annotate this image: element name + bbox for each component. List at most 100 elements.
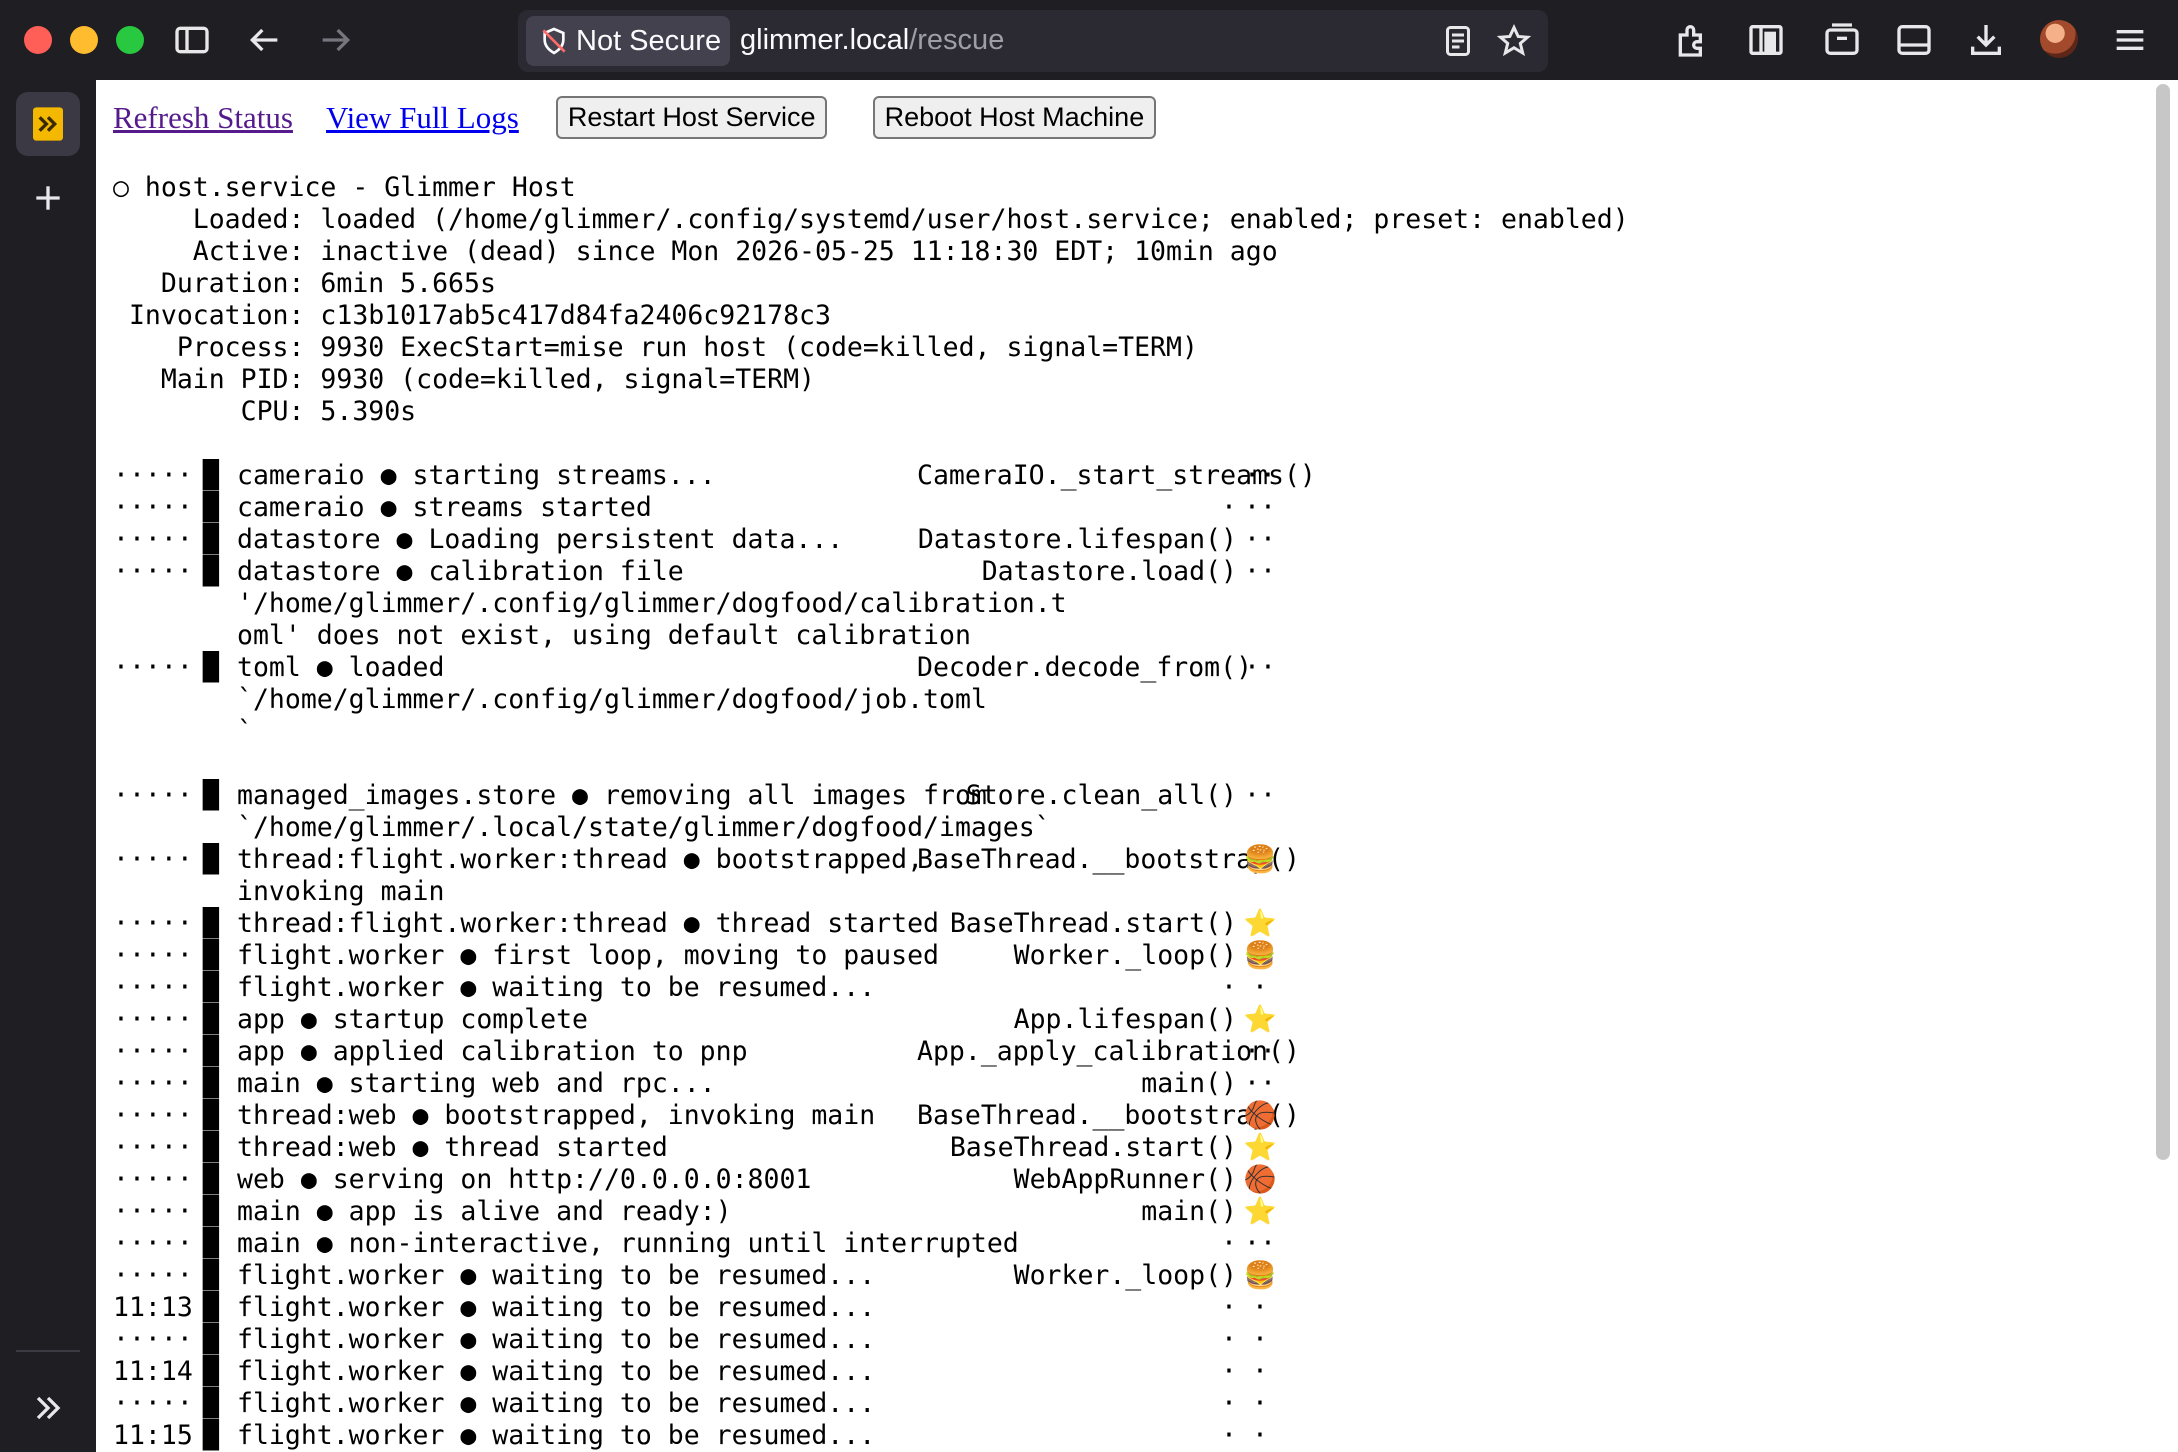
account-avatar[interactable]: [2040, 20, 2078, 58]
log-time: 11:13: [113, 1292, 193, 1323]
library-icon[interactable]: [1746, 20, 1786, 60]
log-block-marker: █: [203, 1100, 219, 1131]
minimize-window-button[interactable]: [70, 26, 98, 54]
log-message: app ● applied calibration to pnp: [237, 1036, 748, 1067]
log-function: BaseThread.start(): [949, 908, 1237, 939]
log-level-icon: 🏀: [1243, 1100, 1277, 1131]
log-function: ·: [1221, 972, 1237, 1003]
log-message: flight.worker ● first loop, moving to pa…: [237, 940, 939, 971]
extension-app-icon: [33, 107, 63, 141]
log-row: 11:13 █ flight.worker ● waiting to be resu…: [113, 1292, 1283, 1324]
log-function: Worker._loop(): [1013, 1260, 1237, 1291]
shield-slash-icon: [542, 27, 566, 55]
reader-view-icon[interactable]: [1440, 23, 1476, 59]
log-time: ·····: [113, 1004, 193, 1035]
log-block-marker: █: [203, 844, 219, 875]
action-bar: Refresh Status View Full Logs Restart Ho…: [113, 96, 1192, 140]
log-level-icon: ··: [1244, 780, 1276, 811]
log-level-icon: ··: [1244, 652, 1276, 683]
log-function: BaseThread.__bootstrap(): [917, 1100, 1300, 1131]
log-row: ····· █ cameraio ● streams started · ··: [113, 492, 1283, 524]
log-time: ·····: [113, 1228, 193, 1259]
back-icon[interactable]: [244, 20, 284, 60]
log-row: ····· █ cameraio ● starting streams... Came…: [113, 460, 1316, 492]
log-level-icon: ·: [1252, 1292, 1268, 1323]
log-time: ·····: [113, 492, 193, 523]
extensions-icon[interactable]: [1672, 20, 1712, 60]
log-level-icon: ··: [1244, 1228, 1276, 1259]
sidebar-panel-icon[interactable]: [1894, 20, 1934, 60]
log-row: ····· █ datastore ● Loading persistent dat…: [113, 524, 1283, 556]
log-block-marker: █: [203, 1132, 219, 1163]
log-row: ····· █ app ● startup complete App.lifespan…: [113, 1004, 1283, 1036]
log-message: thread:flight.worker:thread ● bootstrapp…: [237, 844, 924, 907]
restart-host-service-button[interactable]: Restart Host Service: [555, 96, 828, 139]
log-message: flight.worker ● waiting to be resumed...: [237, 1324, 876, 1355]
log-time: ·····: [113, 972, 193, 1003]
status-line: Active: inactive (dead) since Mon 2026-0…: [113, 236, 1278, 267]
download-icon[interactable]: [1966, 20, 2006, 60]
log-block-marker: █: [203, 1164, 219, 1195]
log-row: ····· █ flight.worker ● waiting to be resu…: [113, 1260, 1283, 1292]
forward-icon[interactable]: [316, 20, 356, 60]
log-row: ····· █ thread:web ● thread started BaseThr…: [113, 1132, 1283, 1164]
log-block-marker: █: [203, 1004, 219, 1035]
log-level-icon: ··: [1244, 460, 1276, 491]
log-time: ·····: [113, 1164, 193, 1195]
url-text[interactable]: glimmer.local/rescue: [740, 24, 1004, 57]
log-block-marker: █: [203, 524, 219, 555]
log-message: flight.worker ● waiting to be resumed...: [237, 972, 876, 1003]
log-function: ·: [1221, 1420, 1237, 1451]
log-level-icon: ··: [1244, 1068, 1276, 1099]
log-row: [113, 748, 1283, 780]
log-block-marker: █: [203, 1420, 219, 1451]
log-function: main(): [1141, 1068, 1237, 1099]
log-message: flight.worker ● waiting to be resumed...: [237, 1420, 876, 1451]
status-line: ○ host.service - Glimmer Host: [113, 172, 576, 203]
not-secure-badge[interactable]: Not Secure: [526, 16, 730, 66]
log-function: App.lifespan(): [1013, 1004, 1237, 1035]
log-message: main ● app is alive and ready:): [237, 1196, 732, 1227]
log-level-icon: ·: [1252, 1356, 1268, 1387]
log-level-icon: 🍔: [1243, 844, 1277, 875]
log-time: ·····: [113, 1196, 193, 1227]
log-time: ·····: [113, 940, 193, 971]
log-row: ····· █ thread:web ● bootstrapped, invokin…: [113, 1100, 1300, 1132]
log-time: ·····: [113, 844, 193, 875]
log-message: web ● serving on http://0.0.0.0:8001: [237, 1164, 812, 1195]
scrollbar[interactable]: [2156, 84, 2170, 1160]
plus-icon[interactable]: [28, 178, 68, 218]
log-function: ·: [1221, 1324, 1237, 1355]
log-function: BaseThread.start(): [949, 1132, 1237, 1163]
log-row: ····· █ managed_images.store ● removing al…: [113, 780, 1283, 844]
log-time: ·····: [113, 1388, 193, 1419]
close-window-button[interactable]: [24, 26, 52, 54]
status-line: Duration: 6min 5.665s: [113, 268, 496, 299]
log-block-marker: █: [203, 780, 219, 811]
reboot-host-machine-button[interactable]: Reboot Host Machine: [872, 96, 1157, 139]
menu-icon[interactable]: [2110, 20, 2150, 60]
log-message: flight.worker ● waiting to be resumed...: [237, 1356, 876, 1387]
sidebar-toggle-icon[interactable]: [172, 20, 212, 60]
refresh-status-link[interactable]: Refresh Status: [113, 100, 293, 135]
status-line: Process: 9930 ExecStart=mise run host (c…: [113, 332, 1198, 363]
container-tabs-icon[interactable]: [1822, 20, 1862, 60]
double-chevron-right-icon[interactable]: [28, 1388, 68, 1428]
log-row: ····· █ app ● applied calibration to pnp Ap…: [113, 1036, 1300, 1068]
log-time: ·····: [113, 1100, 193, 1131]
sidebar-extension-button[interactable]: [16, 92, 80, 156]
zoom-window-button[interactable]: [116, 26, 144, 54]
log-row: ····· █ flight.worker ● waiting to be resu…: [113, 1388, 1283, 1420]
log-time: ·····: [113, 652, 193, 683]
status-line: CPU: 5.390s: [113, 396, 417, 427]
bookmark-star-icon[interactable]: [1496, 23, 1532, 59]
log-message: datastore ● Loading persistent data...: [237, 524, 844, 555]
log-function: Decoder.decode_from(): [917, 652, 1253, 683]
log-block-marker: █: [203, 1228, 219, 1259]
view-full-logs-link[interactable]: View Full Logs: [326, 100, 519, 135]
log-row: ····· █ flight.worker ● waiting to be resu…: [113, 1324, 1283, 1356]
page-content: Refresh Status View Full Logs Restart Ho…: [96, 80, 2178, 1452]
url-host: glimmer.local: [740, 24, 910, 56]
log-level-icon: ⭐: [1243, 1196, 1277, 1227]
url-bar[interactable]: Not Secure glimmer.local/rescue: [518, 10, 1548, 72]
